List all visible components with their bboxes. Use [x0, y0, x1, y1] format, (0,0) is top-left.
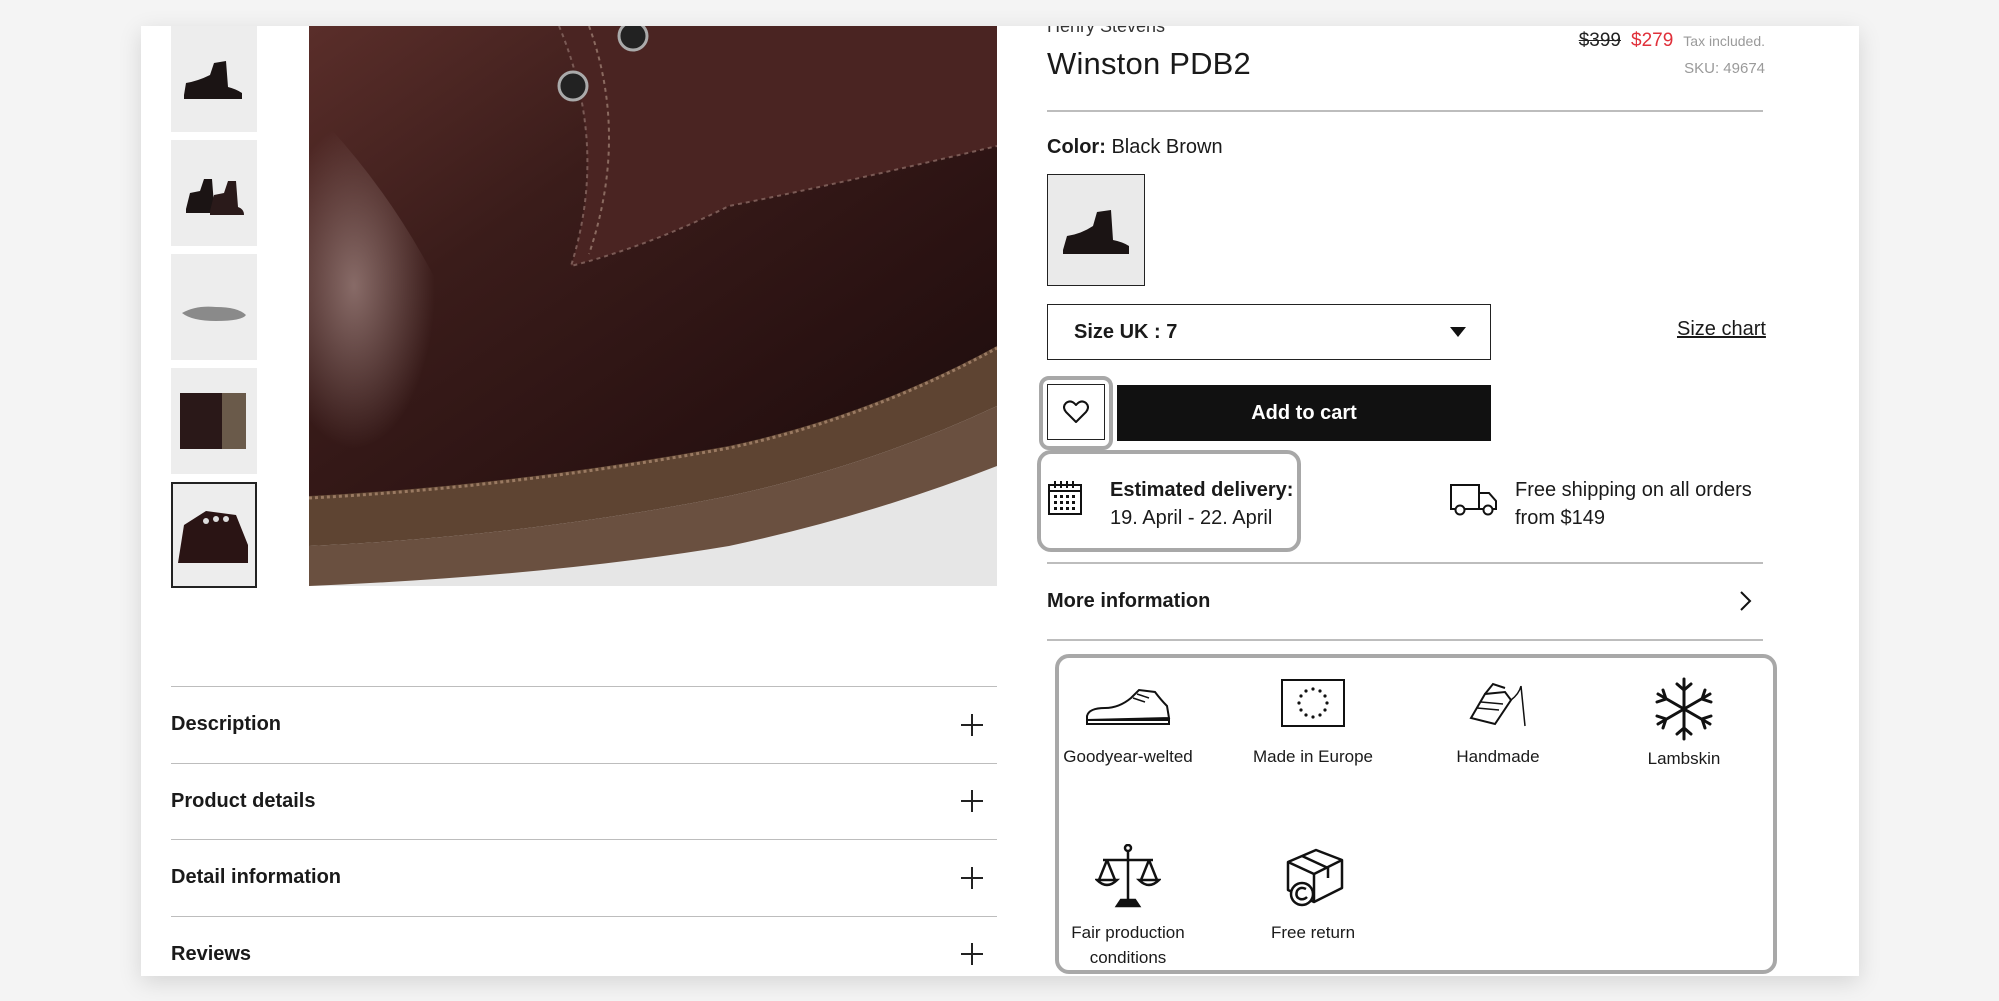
chevron-right-icon: [1740, 591, 1752, 611]
feature-label: Handmade: [1456, 747, 1540, 766]
heart-icon: [1063, 400, 1089, 423]
main-product-image: [309, 26, 997, 586]
thumbnail-5-active[interactable]: [171, 482, 257, 588]
boot-heel-icon: [180, 393, 246, 449]
feature-handmade: Handmade: [1423, 678, 1573, 769]
divider: [1047, 639, 1763, 641]
size-value: Size UK : 7: [1074, 320, 1178, 343]
feature-lambskin: Lambskin: [1609, 676, 1759, 771]
thumbnail-3[interactable]: [171, 254, 257, 360]
accordion-list: Description Product details Detail infor…: [171, 686, 997, 976]
feature-label: Fair production conditions: [1071, 923, 1185, 967]
add-to-cart-button[interactable]: Add to cart: [1117, 385, 1491, 441]
accordion-reviews[interactable]: Reviews: [171, 915, 997, 977]
thumbnail-4[interactable]: [171, 368, 257, 474]
boot-laces-icon: [178, 511, 248, 563]
feature-made-in-europe: Made in Europe: [1238, 678, 1388, 769]
truck-icon: [1450, 484, 1497, 516]
dropdown-arrow-icon: [1450, 327, 1466, 337]
accordion-product-details[interactable]: Product details: [171, 762, 997, 840]
boot-side-icon: [184, 61, 242, 99]
accordion-label: Reviews: [171, 942, 252, 965]
brand-name[interactable]: Henry Stevens: [1047, 26, 1165, 37]
feature-label: Goodyear-welted: [1063, 747, 1193, 766]
plus-icon: [961, 713, 983, 736]
more-information-label: More information: [1047, 589, 1211, 612]
product-title: Winston PDB2: [1047, 46, 1251, 81]
thumbnail-1[interactable]: [171, 26, 257, 132]
price-block: $399 $279 Tax included.: [1579, 30, 1765, 52]
feature-label: Free return: [1270, 923, 1356, 942]
sku: SKU: 49674: [1684, 60, 1765, 77]
divider: [1047, 110, 1763, 112]
feature-goodyear-welted: Goodyear-welted: [1053, 678, 1203, 769]
boot-pair-icon: [186, 179, 244, 215]
estimated-delivery: Estimated delivery: 19. April - 22. Apri…: [1110, 476, 1293, 532]
thumbnail-2[interactable]: [171, 140, 257, 246]
size-chart-link[interactable]: Size chart: [1677, 318, 1766, 341]
sale-price: $279: [1631, 30, 1674, 51]
accordion-label: Product details: [171, 789, 316, 812]
boot-sole-icon: [182, 306, 246, 321]
free-shipping-note: Free shipping on all orders from $149: [1515, 479, 1752, 529]
calendar-icon: [1048, 481, 1082, 515]
product-page: Description Product details Detail infor…: [141, 26, 1859, 976]
color-swatch-black-brown[interactable]: [1047, 174, 1145, 286]
accordion-detail-information[interactable]: Detail information: [171, 839, 997, 916]
sewing-hand-icon: [1469, 682, 1526, 727]
accordion-label: Description: [171, 713, 282, 736]
accordion-description[interactable]: Description: [171, 686, 997, 763]
shoe-icon: [1086, 688, 1171, 725]
delivery-label: Estimated delivery:: [1110, 479, 1294, 501]
feature-fair-production: Fair production conditions: [1053, 844, 1203, 970]
return-box-icon: [1286, 848, 1344, 907]
color-label: Color:: [1047, 136, 1106, 158]
old-price: $399: [1578, 30, 1621, 51]
tax-note: Tax included.: [1683, 33, 1765, 49]
feature-label: Lambskin: [1647, 749, 1721, 768]
feature-free-return: Free return: [1238, 844, 1388, 945]
boot-swatch-icon: [1063, 210, 1129, 254]
snowflake-icon: [1655, 677, 1713, 741]
accordion-label: Detail information: [171, 866, 342, 889]
delivery-dates: 19. April - 22. April: [1110, 507, 1273, 529]
scales-icon: [1095, 844, 1161, 908]
color-value: Black Brown: [1111, 136, 1223, 158]
more-information-row[interactable]: More information: [1047, 562, 1763, 640]
size-select[interactable]: Size UK : 7: [1047, 304, 1491, 360]
wishlist-button[interactable]: [1047, 384, 1105, 440]
plus-icon: [961, 943, 983, 966]
boot-closeup-image: [309, 26, 997, 586]
plus-icon: [961, 866, 983, 889]
eu-flag-icon: [1281, 679, 1345, 727]
color-line: Color: Black Brown: [1047, 136, 1223, 159]
feature-label: Made in Europe: [1252, 747, 1374, 766]
plus-icon: [961, 790, 983, 813]
